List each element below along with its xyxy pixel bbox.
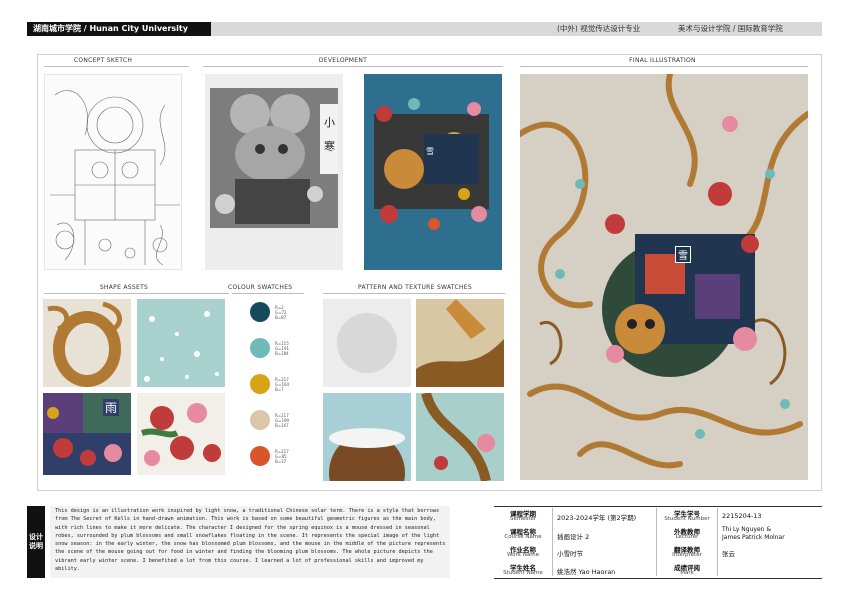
lecturer-value-2: James Patrick Molnar (722, 534, 785, 541)
shape-asset-blossoms (137, 393, 225, 475)
shape-asset-wreath (43, 299, 131, 387)
description-tag: 设计说明 (27, 506, 45, 578)
course-value: 插画设计 2 (557, 533, 590, 541)
snow-texture-art (137, 299, 225, 387)
colour-swatch-code: R=217 G=199 B=167 (275, 413, 290, 428)
description-text: This design is an illustration work insp… (55, 508, 446, 573)
colour-swatch (250, 410, 270, 430)
final-illustration-title: FINAL ILLUSTRATION (629, 57, 696, 64)
colour-swatch-code: R=115 G=191 B=184 (275, 341, 290, 356)
sketch-lines (50, 90, 180, 266)
branch-blossom-art (416, 393, 504, 481)
pattern-branch-blossom (416, 393, 504, 481)
wood-art (416, 299, 504, 387)
grey-artwork (205, 74, 343, 270)
colour-swatch (250, 338, 270, 358)
wreath-art (47, 301, 122, 387)
info-separator-mid (656, 508, 657, 576)
course-sub: Course Name (504, 534, 542, 540)
pattern-snow-mound (323, 393, 411, 481)
concept-sketch-title: CONCEPT SKETCH (73, 57, 133, 64)
info-rule-top (494, 506, 822, 507)
info-separator-left (552, 508, 553, 576)
final-illustration-image: 雪 (520, 74, 808, 480)
pattern-wood-texture (416, 299, 504, 387)
colour-swatches-title: COLOUR SWATCHES (228, 284, 293, 291)
asset-glyph: 雨 (103, 399, 120, 416)
development-color-image: 雪 (364, 74, 502, 270)
shape-asset-snow-texture (137, 299, 225, 387)
snow-mound-art (323, 393, 411, 481)
interpreter-sub: Interpreter (672, 552, 702, 558)
grey-glyph-2: 寒 (324, 140, 335, 153)
interpreter-value: 张云 (722, 550, 735, 558)
student-number-sub: Student Number (664, 516, 710, 522)
college-name: 美术与设计学院 / 国际教育学院 (678, 24, 783, 33)
colour-swatches-rule (232, 293, 304, 294)
blue-sign: 雪 (424, 146, 436, 157)
school-name: 湖南城市学院 / Hunan City University (27, 22, 211, 36)
student-value: 姚浩然 Yao Haoran (557, 568, 616, 576)
lecturer-value-1: Thi Ly Nguyen & (722, 526, 772, 533)
blue-artwork (374, 98, 489, 230)
final-illustration-rule (520, 66, 808, 67)
colour-swatch-code: R=2 G=72 B=87 (275, 305, 287, 320)
info-rule-bottom (494, 578, 822, 579)
development-rule (203, 66, 503, 67)
shape-asset-window-flowers: 雨 (43, 393, 131, 475)
colour-swatch-code: R=217 G=164 B=7 (275, 377, 290, 392)
concept-sketch-image (44, 74, 182, 270)
major-name: (中外) 视觉传达设计专业 (557, 24, 641, 33)
colour-swatch (250, 374, 270, 394)
semester-value: 2023-2024学年 (第2学期) (557, 514, 637, 522)
pattern-swatches-title: PATTERN AND TEXTURE SWATCHES (357, 284, 473, 291)
grain-art (323, 299, 411, 387)
concept-sketch-rule (44, 66, 189, 67)
student-sub: Student Name (503, 570, 543, 576)
shape-assets-title: SHAPE ASSETS (99, 284, 149, 291)
student-number-value: 2215204-13 (722, 512, 762, 520)
shape-assets-rule (44, 293, 229, 294)
final-artwork (520, 74, 808, 480)
colour-swatch-code: R=217 G=85 B=37 (275, 449, 289, 464)
development-grey-image: 小 寒 (205, 74, 343, 270)
mark-sub: Mark (680, 570, 694, 576)
grey-glyph-1: 小 (324, 116, 335, 129)
info-separator-right (717, 508, 718, 576)
final-sign: 雪 (675, 246, 691, 263)
lecturer-sub: Lecturer (675, 534, 699, 540)
semester-sub: Semester (509, 516, 537, 522)
colour-swatch (250, 446, 270, 466)
pattern-snow-grain (323, 299, 411, 387)
work-value: 小雪时节 (557, 550, 583, 558)
development-title: DEVELOPMENT (318, 57, 368, 64)
pattern-swatches-rule (323, 293, 505, 294)
work-sub: Work Name (507, 552, 539, 558)
blossoms-art (141, 403, 221, 466)
colour-swatch (250, 302, 270, 322)
